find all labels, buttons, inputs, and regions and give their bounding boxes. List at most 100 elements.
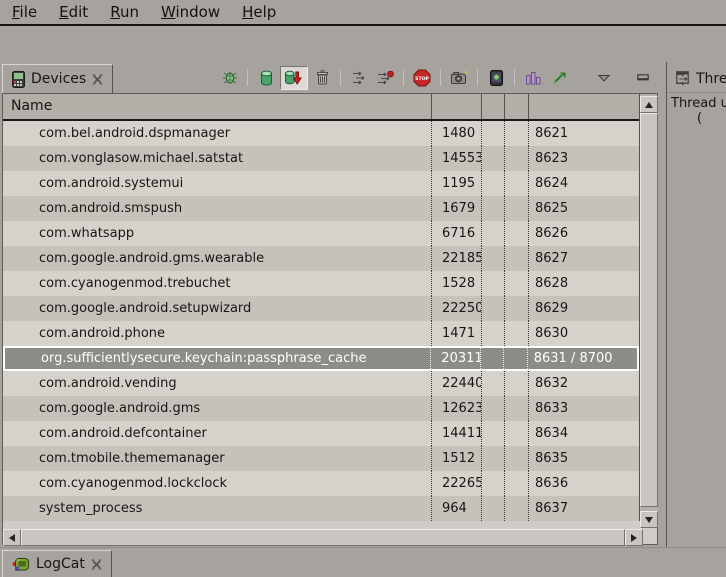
table-row[interactable]: com.android.vending 22440 8632 [3, 371, 639, 396]
cell-pid: 22250 [431, 296, 481, 321]
cell-empty [481, 396, 504, 421]
table-row[interactable]: com.vonglasow.michael.satstat 14553 8623 [3, 146, 639, 171]
cell-empty [504, 296, 528, 321]
debug-process-icon[interactable] [217, 66, 241, 90]
cell-port: 8634 [528, 421, 639, 446]
start-method-profiling-icon[interactable] [373, 66, 397, 90]
horizontal-scroll-thumb[interactable] [21, 529, 625, 546]
menu-bar: File Edit Run Window Help [0, 0, 726, 26]
toolbar-separator [340, 69, 341, 86]
cell-port: 8631 / 8700 [527, 348, 637, 369]
scroll-right-button[interactable] [625, 529, 643, 546]
screen-capture-icon[interactable] [447, 66, 471, 90]
menu-edit[interactable]: Edit [51, 1, 96, 23]
column-header-pid[interactable] [431, 94, 481, 119]
cause-gc-icon[interactable] [310, 66, 334, 90]
devices-tabbar: Devices [0, 62, 664, 93]
dump-hprof-icon[interactable] [280, 66, 308, 90]
cell-port: 8632 [528, 371, 639, 396]
tab-logcat[interactable]: LogCat [2, 550, 112, 577]
update-threads-icon[interactable] [347, 66, 371, 90]
column-header-port[interactable] [528, 94, 639, 119]
tab-devices[interactable]: Devices [2, 64, 113, 93]
svg-text:STOP: STOP [415, 76, 429, 82]
scroll-down-button[interactable] [640, 511, 658, 528]
table-row[interactable]: com.whatsapp 6716 8626 [3, 221, 639, 246]
cell-empty [504, 496, 528, 521]
tab-devices-label: Devices [31, 71, 86, 87]
cell-pid: 12623 [431, 396, 481, 421]
column-header-name[interactable]: Name [3, 94, 431, 119]
table-row[interactable]: com.google.android.gms 12623 8633 [3, 396, 639, 421]
cell-name: com.cyanogenmod.trebuchet [3, 271, 431, 296]
menu-run[interactable]: Run [102, 1, 147, 23]
cell-port: 8628 [528, 271, 639, 296]
stop-process-icon[interactable]: STOP [410, 66, 434, 90]
column-header-empty[interactable] [481, 94, 504, 119]
cell-empty [504, 396, 528, 421]
cell-port: 8630 [528, 321, 639, 346]
table-row[interactable]: com.tmobile.thememanager 1512 8635 [3, 446, 639, 471]
cell-port: 8621 [528, 121, 639, 146]
tab-logcat-label: LogCat [36, 556, 85, 572]
cell-empty [504, 221, 528, 246]
table-row[interactable]: org.sufficientlysecure.keychain:passphra… [3, 346, 639, 371]
menu-window[interactable]: Window [153, 1, 228, 23]
update-heap-icon[interactable] [254, 66, 278, 90]
systrace-icon[interactable] [547, 66, 571, 90]
vertical-scrollbar[interactable] [640, 96, 658, 528]
tab-threads[interactable]: Threads [670, 64, 726, 93]
cell-port: 8633 [528, 396, 639, 421]
view-menu-icon[interactable] [592, 66, 616, 90]
cell-name: com.android.vending [3, 371, 431, 396]
table-row[interactable]: com.cyanogenmod.trebuchet 1528 8628 [3, 271, 639, 296]
panel-divider [0, 547, 726, 548]
cell-empty [481, 496, 504, 521]
capture-view-hierarchy-icon[interactable] [521, 66, 545, 90]
toolbar-separator [440, 69, 441, 86]
device-table-body: com.bel.android.dspmanager 1480 8621 com… [3, 121, 639, 521]
horizontal-scrollbar[interactable] [3, 529, 643, 546]
table-row[interactable]: com.bel.android.dspmanager 1480 8621 [3, 121, 639, 146]
devices-panel: Devices [0, 62, 664, 547]
menu-file[interactable]: File [4, 1, 45, 23]
cell-empty [481, 421, 504, 446]
cell-empty [481, 221, 504, 246]
cell-name: com.google.android.gms [3, 396, 431, 421]
table-row[interactable]: com.android.systemui 1195 8624 [3, 171, 639, 196]
table-row[interactable]: com.google.android.gms.wearable 22185 86… [3, 246, 639, 271]
cell-pid: 1512 [431, 446, 481, 471]
cell-empty [504, 121, 528, 146]
table-row[interactable]: com.android.defcontainer 14411 8634 [3, 421, 639, 446]
minimize-icon[interactable] [631, 66, 655, 90]
close-icon[interactable] [91, 559, 102, 570]
table-row[interactable]: com.android.phone 1471 8630 [3, 321, 639, 346]
cell-empty [480, 348, 503, 369]
cell-port: 8627 [528, 246, 639, 271]
cell-name: com.vonglasow.michael.satstat [3, 146, 431, 171]
cell-pid: 14411 [431, 421, 481, 446]
device-view-icon[interactable] [484, 66, 508, 90]
cell-empty [481, 271, 504, 296]
table-row[interactable]: com.android.smspush 1679 8625 [3, 196, 639, 221]
cell-empty [481, 296, 504, 321]
cell-port: 8637 [528, 496, 639, 521]
cell-empty [504, 421, 528, 446]
cell-pid: 20311 [430, 348, 480, 369]
table-row[interactable]: system_process 964 8637 [3, 496, 639, 521]
vertical-scroll-thumb[interactable] [640, 113, 658, 507]
close-icon[interactable] [92, 74, 103, 85]
column-header-empty[interactable] [504, 94, 528, 119]
cell-empty [481, 196, 504, 221]
device-table-header: Name [3, 94, 657, 121]
cell-pid: 1471 [431, 321, 481, 346]
menu-help[interactable]: Help [234, 1, 284, 23]
cell-empty [481, 321, 504, 346]
cell-name: com.android.defcontainer [3, 421, 431, 446]
threads-icon [675, 72, 690, 86]
scroll-left-button[interactable] [3, 529, 21, 546]
cell-port: 8626 [528, 221, 639, 246]
table-row[interactable]: com.google.android.setupwizard 22250 862… [3, 296, 639, 321]
scroll-up-button[interactable] [640, 96, 658, 113]
table-row[interactable]: com.cyanogenmod.lockclock 22265 8636 [3, 471, 639, 496]
